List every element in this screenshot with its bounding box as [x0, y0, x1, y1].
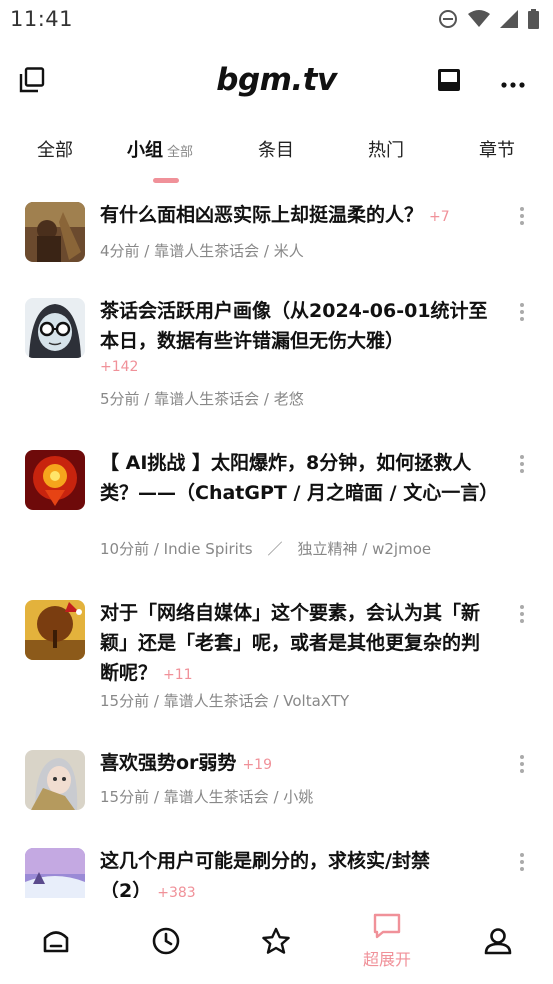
tab-all[interactable]: 全部	[37, 136, 73, 162]
reply-count: +19	[242, 757, 272, 773]
tab-label: 热门	[368, 140, 404, 161]
topic-more-button[interactable]	[511, 602, 533, 630]
do-not-disturb-icon	[438, 9, 458, 29]
more-vertical-icon	[520, 605, 524, 623]
message-icon	[372, 912, 402, 944]
topic-title-text: 对于「网络自媒体」这个要素，会认为其「新颖」还是「老套」呢，或者是其他更复杂的判…	[100, 602, 481, 684]
more-vertical-icon	[520, 207, 524, 225]
topic-title-text: 这几个用户可能是刷分的，求核实/封禁（2）	[100, 850, 430, 898]
reply-count: +383	[157, 885, 196, 898]
reply-count: +7	[429, 209, 450, 225]
topic-item[interactable]: 有什么面相凶恶实际上却挺温柔的人？ +7 4分前 / 靠谱人生茶话会 / 米人	[0, 196, 553, 292]
tab-label: 章节	[479, 140, 515, 161]
topic-item[interactable]: 【 AI挑战 】太阳爆炸，8分钟，如何拯救人类？——（ChatGPT / 月之暗…	[0, 444, 553, 594]
topic-item[interactable]: 茶话会活跃用户画像（从2024-06-01统计至本日，数据有些许错漏但无伤大雅）…	[0, 292, 553, 444]
reply-count: +11	[163, 667, 193, 683]
active-tab-indicator	[153, 178, 179, 183]
group-avatar	[25, 202, 85, 262]
app-bar: bgm.tv	[0, 52, 553, 110]
user-icon	[484, 927, 512, 959]
tab-bar: 全部 小组 全部 条目 热门 章节	[0, 122, 553, 186]
wifi-icon	[468, 10, 490, 28]
tab-subjects[interactable]: 条目	[258, 136, 294, 162]
tab-sub-label: 全部	[167, 145, 194, 160]
tab-label: 小组	[127, 140, 163, 161]
clock-icon	[152, 927, 180, 959]
tab-label: 条目	[258, 140, 294, 161]
topic-item[interactable]: 喜欢强势or弱势 +19 15分前 / 靠谱人生茶话会 / 小姚	[0, 744, 553, 842]
nav-profile[interactable]	[468, 912, 528, 972]
signal-icon	[500, 10, 518, 28]
topic-meta: 15分前 / 靠谱人生茶话会 / VoltaXTY	[100, 692, 350, 710]
bottom-nav: 超展开	[0, 898, 553, 984]
topic-meta: 10分前 / Indie Spirits ／ 独立精神 / w2jmoe	[100, 540, 432, 558]
status-time: 11:41	[10, 7, 74, 31]
reply-count: +142	[100, 359, 139, 375]
inbox-icon	[437, 68, 461, 96]
topic-item[interactable]: 这几个用户可能是刷分的，求核实/封禁（2） +383	[0, 842, 553, 898]
home-icon	[42, 927, 70, 957]
topic-meta: 4分前 / 靠谱人生茶话会 / 米人	[100, 242, 304, 260]
group-avatar	[25, 848, 85, 898]
more-vertical-icon	[520, 755, 524, 773]
group-avatar	[25, 600, 85, 660]
topic-title-text: 茶话会活跃用户画像（从2024-06-01统计至本日，数据有些许错漏但无伤大雅）	[100, 300, 488, 352]
topic-title: 茶话会活跃用户画像（从2024-06-01统计至本日，数据有些许错漏但无伤大雅）	[100, 296, 496, 356]
inbox-button[interactable]	[429, 62, 469, 102]
topic-title: 对于「网络自媒体」这个要素，会认为其「新颖」还是「老套」呢，或者是其他更复杂的判…	[100, 598, 496, 690]
topic-more-button[interactable]	[511, 752, 533, 780]
more-horizontal-icon	[501, 73, 525, 92]
topic-title-text: 有什么面相凶恶实际上却挺温柔的人？	[100, 204, 424, 226]
topic-item[interactable]: 对于「网络自媒体」这个要素，会认为其「新颖」还是「老套」呢，或者是其他更复杂的判…	[0, 594, 553, 744]
topic-title-text: 喜欢强势or弱势	[100, 752, 237, 774]
nav-timeline[interactable]	[136, 912, 196, 972]
status-bar: 11:41	[0, 0, 553, 38]
nav-label: 超展开	[362, 950, 411, 969]
topic-title: 这几个用户可能是刷分的，求核实/封禁（2） +383	[100, 846, 496, 898]
tab-groups[interactable]: 小组 全部	[127, 136, 193, 162]
more-menu-button[interactable]	[493, 62, 533, 102]
more-vertical-icon	[520, 303, 524, 321]
status-icons	[438, 9, 539, 29]
topic-more-button[interactable]	[511, 452, 533, 480]
topic-more-button[interactable]	[511, 204, 533, 232]
tab-hot[interactable]: 热门	[368, 136, 404, 162]
topic-more-button[interactable]	[511, 850, 533, 878]
group-avatar	[25, 298, 85, 358]
group-avatar	[25, 750, 85, 810]
more-vertical-icon	[520, 853, 524, 871]
group-avatar	[25, 450, 85, 510]
topic-title: 有什么面相凶恶实际上却挺温柔的人？ +7	[100, 200, 496, 232]
app-logo: bgm.tv	[216, 62, 337, 98]
topic-title: 【 AI挑战 】太阳爆炸，8分钟，如何拯救人类？——（ChatGPT / 月之暗…	[100, 448, 499, 508]
topic-meta: 15分前 / 靠谱人生茶话会 / 小姚	[100, 788, 314, 806]
nav-collection[interactable]	[246, 912, 306, 972]
star-icon	[261, 927, 291, 959]
tab-episodes[interactable]: 章节	[479, 136, 515, 162]
more-vertical-icon	[520, 455, 524, 473]
topic-title-text: 【 AI挑战 】太阳爆炸，8分钟，如何拯救人类？——（ChatGPT / 月之暗…	[100, 452, 499, 504]
topic-list: 有什么面相凶恶实际上却挺温柔的人？ +7 4分前 / 靠谱人生茶话会 / 米人 茶…	[0, 196, 553, 898]
topic-title: 喜欢强势or弱势 +19	[100, 748, 496, 780]
battery-icon	[528, 9, 539, 29]
nav-rakuen[interactable]: 超展开	[357, 912, 417, 972]
topic-count-row: +142	[100, 356, 138, 375]
nav-home[interactable]	[26, 912, 86, 972]
topic-meta: 5分前 / 靠谱人生茶话会 / 老悠	[100, 390, 304, 408]
tab-label: 全部	[37, 140, 73, 161]
topic-more-button[interactable]	[511, 300, 533, 328]
